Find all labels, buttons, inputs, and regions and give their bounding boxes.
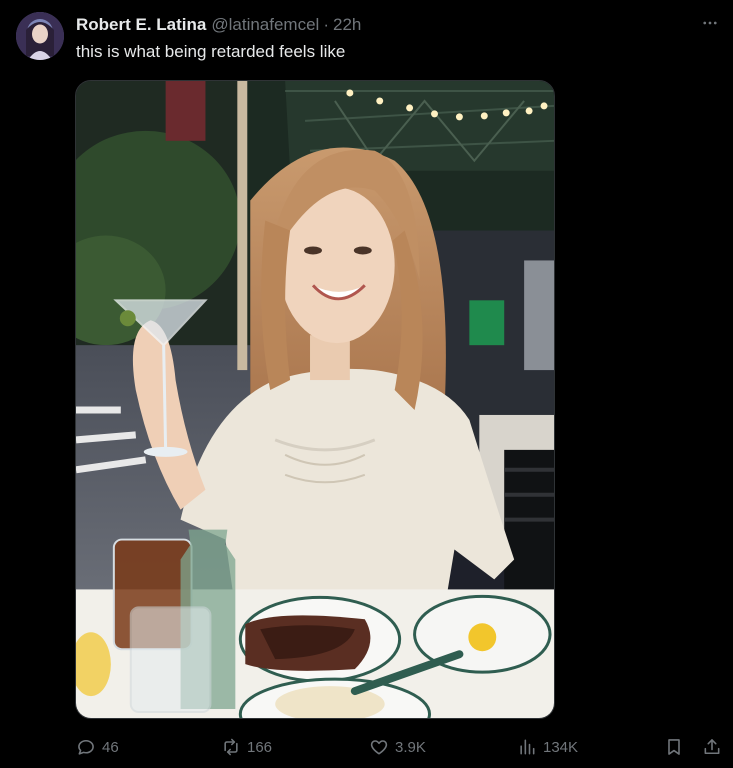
bookmark-icon: [668, 739, 680, 755]
like-button[interactable]: 3.9K: [369, 733, 426, 761]
author-name[interactable]: Robert E. Latina: [76, 15, 206, 35]
action-bar: 46 166 3.9K 134K: [76, 733, 724, 761]
tweet-header: Robert E. Latina @latinafemcel · 22h: [76, 14, 361, 36]
repost-button[interactable]: 166: [221, 733, 272, 761]
tweet-photo[interactable]: [75, 80, 555, 719]
heart-icon: [370, 740, 388, 755]
repost-icon: [224, 738, 238, 756]
avatar-image: [16, 12, 64, 60]
share-icon: [704, 739, 720, 755]
bookmark-button[interactable]: [664, 733, 684, 761]
share-button[interactable]: [702, 733, 722, 761]
more-icon[interactable]: [699, 12, 721, 34]
timestamp[interactable]: 22h: [333, 15, 361, 35]
reply-count: 46: [102, 738, 119, 756]
like-count: 3.9K: [395, 738, 426, 756]
repost-count: 166: [247, 738, 273, 756]
author-handle[interactable]: @latinafemcel: [211, 15, 319, 35]
reply-button[interactable]: 46: [76, 733, 119, 761]
tweet-text: this is what being retarded feels like: [76, 42, 346, 61]
views-icon: [520, 739, 535, 755]
views-button[interactable]: 134K: [517, 733, 578, 761]
photo-image: [76, 81, 554, 718]
reply-icon: [78, 739, 94, 755]
tweet[interactable]: Robert E. Latina @latinafemcel · 22h thi…: [0, 0, 733, 768]
separator-dot: ·: [323, 15, 329, 34]
avatar[interactable]: [16, 12, 64, 60]
views-count: 134K: [543, 738, 579, 756]
